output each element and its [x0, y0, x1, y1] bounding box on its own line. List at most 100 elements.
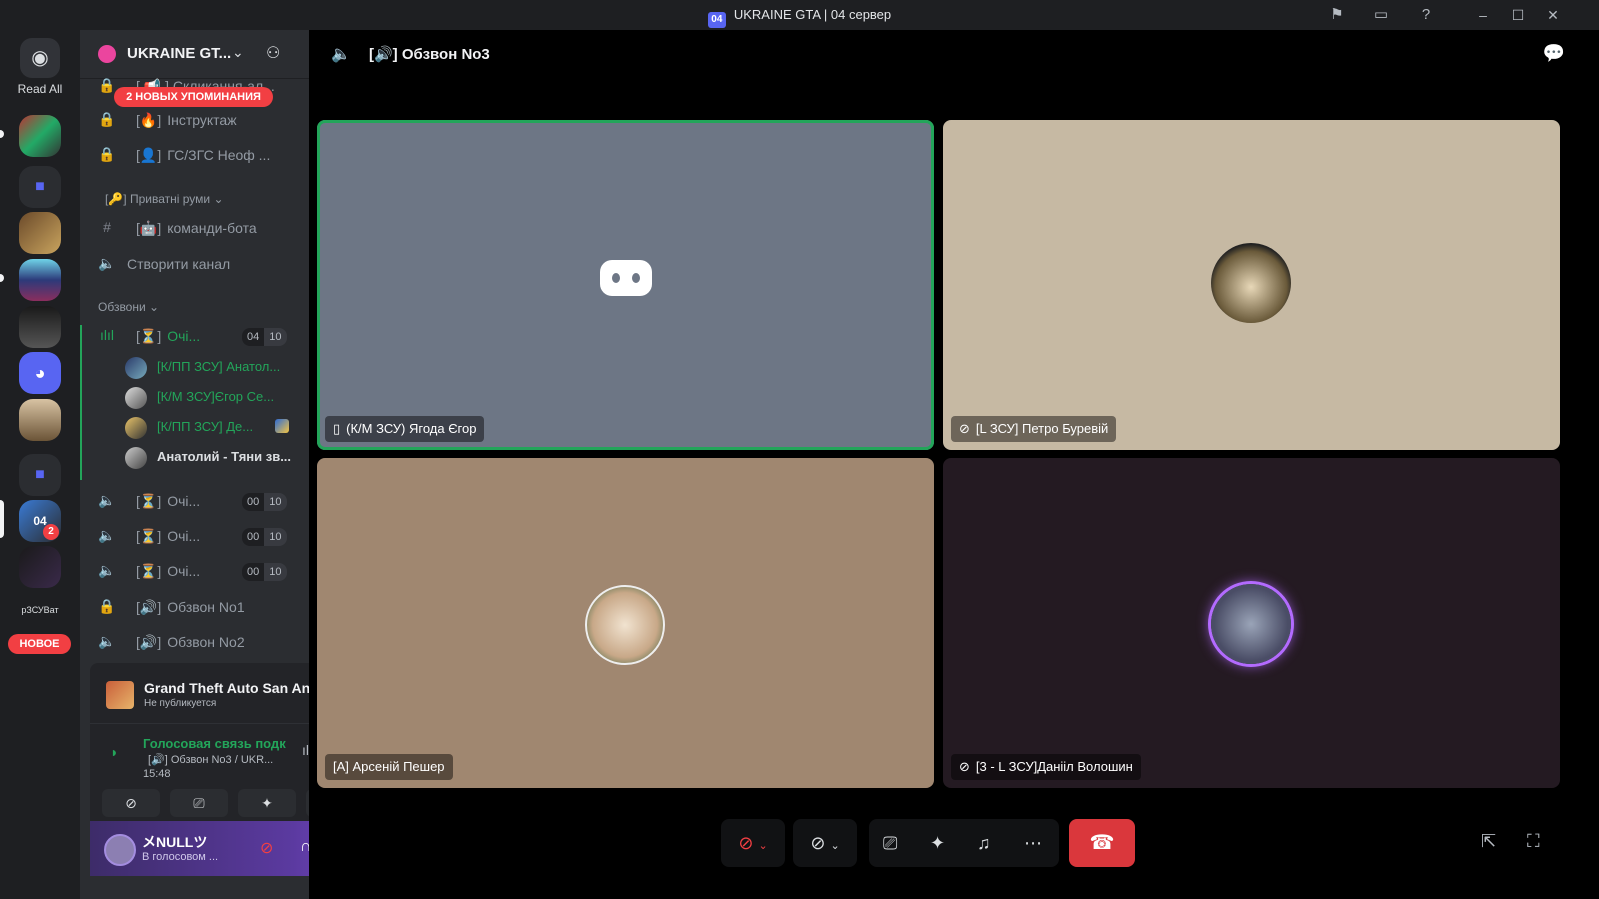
pop-out-icon[interactable]: ⇱	[1481, 831, 1496, 852]
camera-off-button[interactable]: ⊘	[102, 789, 160, 817]
voice-timer: 15:48	[143, 768, 171, 780]
user-limit-counter: 00 10	[242, 563, 287, 581]
selected-indicator	[0, 500, 4, 538]
mute-mic-button[interactable]: ⊘ ⌄	[721, 819, 785, 867]
soundboard-icon[interactable]: ♫	[977, 819, 991, 867]
camera-button[interactable]: ⊘ ⌄	[793, 819, 857, 867]
participant-name: (К/М ЗСУ) Ягода Єгор	[346, 421, 477, 436]
folder-icon[interactable]: ■	[19, 166, 61, 208]
game-icon	[106, 681, 134, 709]
help-icon[interactable]: ?	[1416, 6, 1436, 24]
activities-icon[interactable]: ✦	[930, 819, 945, 867]
participant-tile[interactable]: ⊘ [L ЗСУ] Петро Буревій	[943, 120, 1560, 450]
server-icon[interactable]	[19, 306, 61, 348]
maximize-button[interactable]: ☐	[1503, 4, 1533, 26]
control-group: ⎚ ✦ ♫ ⋯	[869, 819, 1059, 867]
hourglass-emoji-icon: [⏳]	[136, 493, 162, 509]
signal-icon[interactable]: ◗	[110, 744, 118, 760]
leave-call-button[interactable]: ☎	[1069, 819, 1135, 867]
title-bar: 04 UKRAINE GTA | 04 сервер ⚑ ▭ ? – ☐ ✕	[0, 0, 1599, 30]
user-name[interactable]: メNULLツ	[142, 832, 207, 852]
mic-muted-icon: ⊘	[959, 421, 970, 436]
avatar	[125, 417, 147, 439]
flag-icon[interactable]: ⚑	[1327, 6, 1347, 24]
direct-messages-button[interactable]: ◉	[20, 38, 60, 78]
activities-button[interactable]: ✦	[238, 789, 296, 817]
channel-queue-4[interactable]: 🔈 [⏳] Очі... 00 10	[80, 555, 309, 587]
mic-muted-icon: ⊘	[959, 759, 970, 774]
channel-bot-commands[interactable]: # [🤖] команди-бота	[80, 212, 309, 244]
category-obzvony[interactable]: Обзвони ⌄	[98, 300, 159, 314]
chevron-down-icon: ⌄	[213, 192, 224, 206]
participant-tile[interactable]: ▯ (К/М ЗСУ) Ягода Єгор	[317, 120, 934, 450]
participant-tile[interactable]: [А] Арсеній Пешер	[317, 458, 934, 788]
hashtag-icon: #	[103, 219, 111, 235]
participant-tile[interactable]: ⊘ [3 - L ЗСУ]Данііл Волошин	[943, 458, 1560, 788]
channel-queue-active[interactable]: ılıl [⏳] Очі... 04 10	[80, 320, 309, 352]
server-logo-icon: 04	[707, 12, 726, 28]
guild-name: UKRAINE GT...	[127, 45, 232, 62]
more-options-icon[interactable]: ⋯	[1024, 819, 1042, 867]
channel-queue-2[interactable]: 🔈 [⏳] Очі... 00 10	[80, 485, 309, 517]
server-icon[interactable]	[19, 259, 61, 301]
voice-member[interactable]: [К/ПП ЗСУ] Анатол...	[125, 353, 309, 381]
participant-name: [L ЗСУ] Петро Буревій	[975, 421, 1109, 436]
chevron-down-icon[interactable]: ⌄	[758, 840, 767, 852]
server-icon[interactable]	[19, 115, 61, 157]
voice-call-area: 🔈 [🔊] Обзвон No3 💬 ▯ (К/М ЗСУ) Ягода Єгор…	[309, 30, 1599, 899]
avatar	[125, 447, 147, 469]
user-limit: 10	[264, 328, 287, 346]
mic-muted-icon[interactable]: ⊘	[260, 838, 273, 858]
user-limit-counter: 00 10	[242, 493, 287, 511]
channel-name: ГС/ЗГС Неоф ...	[167, 147, 271, 163]
invite-people-icon[interactable]: ⚇	[266, 43, 280, 63]
minimize-button[interactable]: –	[1468, 4, 1498, 26]
channel-gs-zgs[interactable]: 🔒 [👤] ГС/ЗГС Неоф ...	[80, 139, 309, 171]
speaker-emoji-icon: [🔊]	[136, 599, 162, 615]
screen-share-icon[interactable]: ⎚	[883, 819, 897, 867]
channel-name: команди-бота	[167, 220, 257, 236]
hourglass-emoji-icon: [⏳]	[136, 563, 162, 579]
speaker-locked-icon: 🔈	[98, 633, 116, 649]
voice-member[interactable]: [К/М ЗСУ]Єгор Се...	[125, 383, 309, 411]
lock-icon: 🔒	[98, 146, 116, 162]
server-icon[interactable]	[19, 399, 61, 441]
speaker-icon: 🔈	[98, 562, 116, 578]
channel-queue-3[interactable]: 🔈 [⏳] Очі... 00 10	[80, 520, 309, 552]
chevron-down-icon[interactable]: ⌄	[830, 840, 839, 852]
server-icon[interactable]	[19, 546, 61, 588]
chat-bubble-icon[interactable]: 💬	[1543, 43, 1565, 64]
voice-member[interactable]: Анатолий - Тяни зв...	[125, 443, 309, 471]
category-private-rooms[interactable]: [🔑] Приватні руми ⌄	[105, 192, 224, 206]
server-icon[interactable]	[19, 212, 61, 254]
user-limit: 10	[264, 493, 287, 511]
channel-header: 🔈 [🔊] Обзвон No3 💬	[309, 30, 1599, 78]
discord-server-icon[interactable]: ◕	[19, 352, 61, 394]
user-status: В голосовом ...	[142, 851, 219, 863]
participant-name: [3 - L ЗСУ]Данііл Волошин	[975, 759, 1133, 774]
close-button[interactable]: ✕	[1538, 4, 1568, 26]
speaker-locked-icon: 🔈	[331, 46, 351, 63]
member-name: [К/ПП ЗСУ] Анатол...	[157, 359, 281, 374]
voice-member[interactable]: [К/ПП ЗСУ] Де...	[125, 413, 309, 441]
channel-instruktazh[interactable]: 🔒 [🔥] Інструктаж	[80, 104, 309, 136]
server-label[interactable]: рЗСУВат	[19, 605, 61, 615]
voice-activity-icon: ılıl	[100, 327, 114, 343]
channel-name: Очі...	[167, 493, 201, 509]
voice-channel-link[interactable]: [🔊] Обзвон No3 / UKR...	[148, 753, 273, 766]
guild-boost-icon	[98, 45, 116, 63]
fullscreen-icon[interactable]: ⛶	[1527, 831, 1540, 852]
new-mentions-banner[interactable]: 2 НОВЫХ УПОМИНАНИЯ	[114, 87, 273, 107]
inbox-icon[interactable]: ▭	[1371, 6, 1391, 24]
screen-share-button[interactable]: ⎚	[170, 789, 228, 817]
folder-icon[interactable]: ■	[19, 454, 61, 496]
new-badge[interactable]: НОВОЕ	[8, 634, 71, 654]
window-title-text: UKRAINE GTA | 04 сервер	[733, 7, 892, 22]
read-all-button[interactable]: Read All	[0, 82, 80, 96]
user-avatar[interactable]	[104, 834, 136, 866]
channel-obzvon-1[interactable]: 🔒 [🔊] Обзвон No1	[80, 591, 309, 623]
channel-obzvon-2[interactable]: 🔈 [🔊] Обзвон No2	[80, 626, 309, 658]
lock-icon: 🔒	[98, 77, 116, 93]
user-limit-counter: 04 10	[242, 328, 287, 346]
channel-create[interactable]: 🔈 Створити канал	[80, 248, 309, 280]
